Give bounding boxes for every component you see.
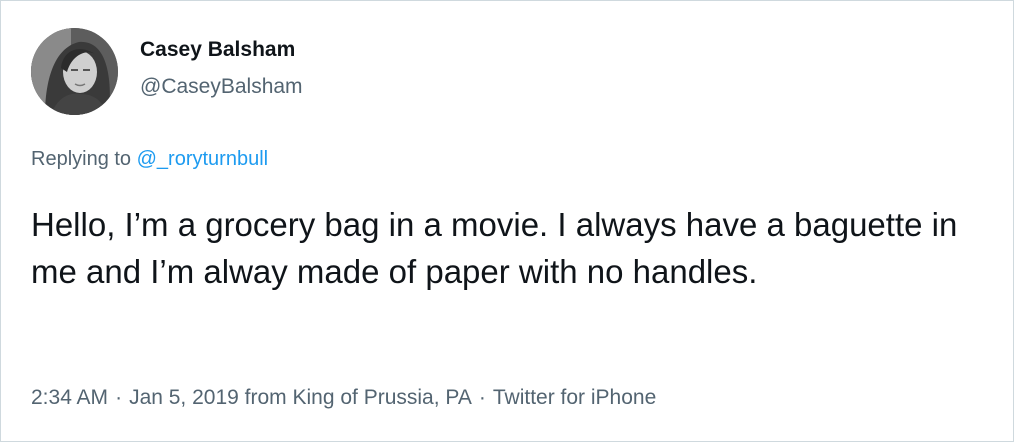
avatar-photo: [31, 28, 118, 115]
meta-separator: ·: [478, 386, 486, 409]
reply-mention-link[interactable]: @_roryturnbull: [137, 148, 268, 170]
tweet-date-location[interactable]: Jan 5, 2019 from King of Prussia, PA: [129, 386, 472, 409]
avatar[interactable]: [31, 28, 118, 115]
meta-separator: ·: [115, 386, 123, 409]
replying-to-line: Replying to @_roryturnbull: [31, 148, 268, 171]
author-handle[interactable]: @CaseyBalsham: [140, 75, 303, 99]
tweet-text: Hello, I’m a grocery bag in a movie. I a…: [31, 206, 958, 290]
tweet-card: Casey Balsham @CaseyBalsham Replying to …: [0, 0, 1014, 442]
author-display-name[interactable]: Casey Balsham: [140, 38, 295, 62]
tweet-source[interactable]: Twitter for iPhone: [493, 386, 656, 409]
tweet-time[interactable]: 2:34 AM: [31, 386, 108, 409]
tweet-metadata: 2:34 AM · Jan 5, 2019 from King of Prussia…: [31, 386, 656, 410]
replying-to-label: Replying to: [31, 148, 132, 170]
